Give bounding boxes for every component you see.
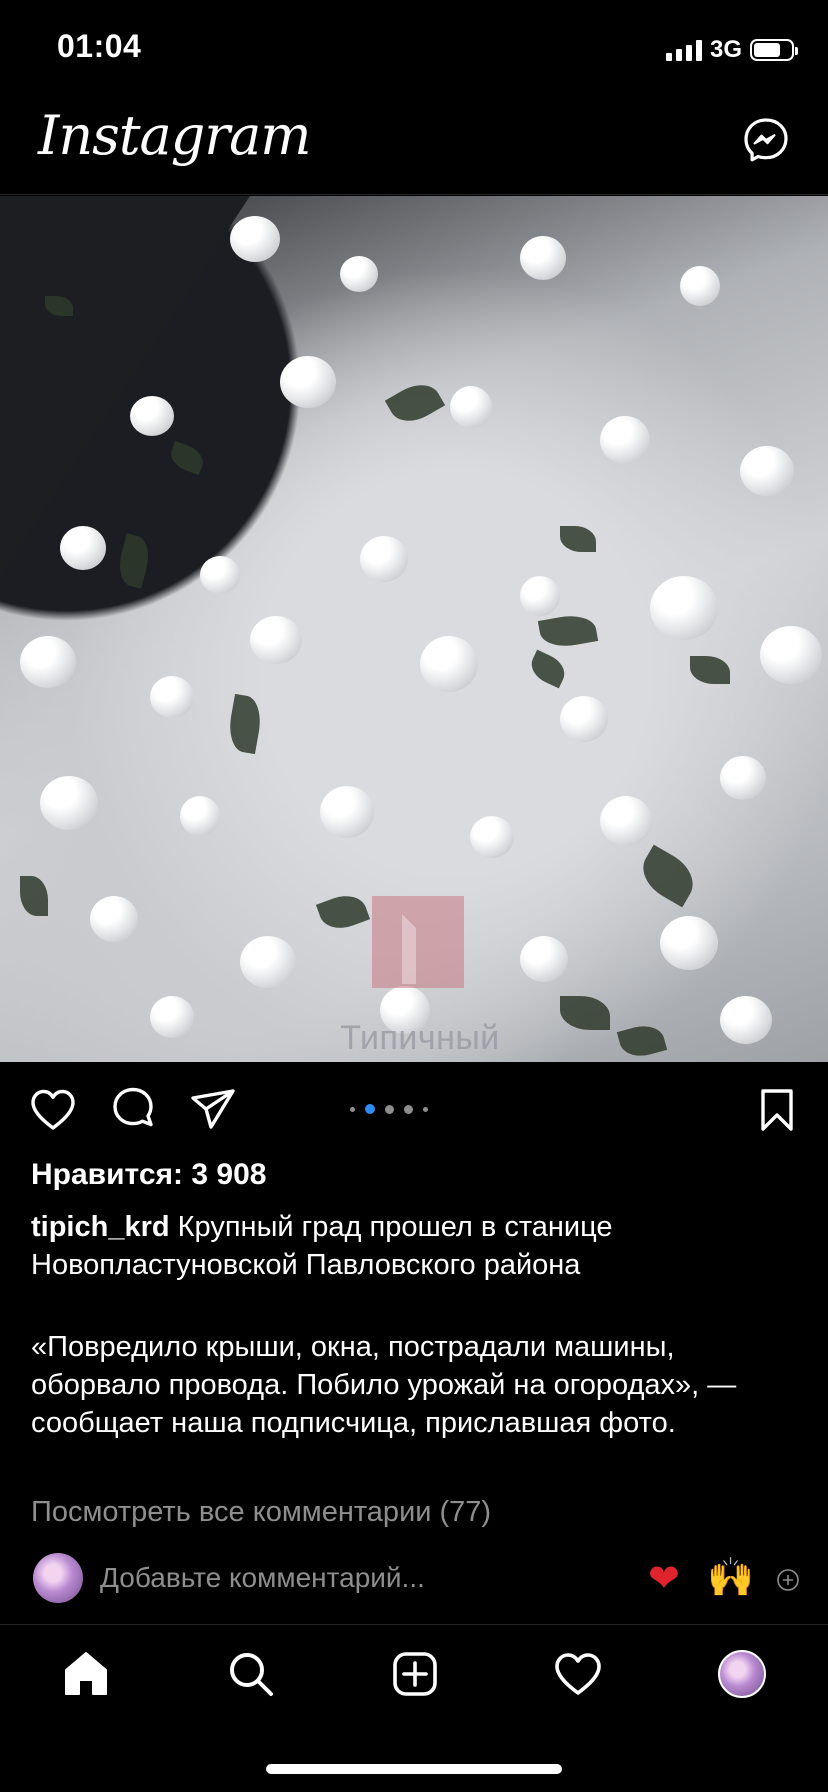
- nav-divider: [0, 1624, 828, 1625]
- carousel-indicator: [350, 1104, 428, 1114]
- carousel-dot: [423, 1106, 428, 1112]
- hailstone: [420, 636, 478, 692]
- hailstone: [60, 526, 106, 570]
- comment-bubble-icon[interactable]: [108, 1085, 158, 1135]
- leaf: [560, 526, 596, 552]
- caption-username[interactable]: tipich_krd: [31, 1211, 170, 1243]
- raised-hands-emoji-button[interactable]: 🙌: [707, 1556, 754, 1600]
- photo-dark-area: [0, 196, 250, 576]
- leaf: [616, 1020, 668, 1062]
- battery-icon: [750, 39, 798, 61]
- hailstone: [680, 266, 720, 306]
- home-indicator[interactable]: [266, 1764, 562, 1774]
- watermark-text: Типичный Краснодар: [333, 1019, 506, 1062]
- hailstone: [150, 996, 194, 1038]
- carousel-dot-active: [365, 1104, 375, 1114]
- leaf: [690, 656, 730, 684]
- add-circle-icon[interactable]: [776, 1568, 800, 1592]
- header-divider: [0, 194, 828, 195]
- home-icon[interactable]: [60, 1648, 112, 1700]
- hailstone: [360, 536, 408, 582]
- leaf: [20, 876, 48, 916]
- comment-input[interactable]: Добавьте комментарий...: [100, 1562, 425, 1594]
- hailstone: [180, 796, 220, 836]
- leaf: [384, 375, 446, 431]
- hailstone: [150, 676, 194, 718]
- caption-quote: «Повредило крыши, окна, пострадали машин…: [31, 1331, 737, 1439]
- hailstone: [90, 896, 138, 942]
- view-all-comments-link[interactable]: Посмотреть все комментарии (77): [31, 1496, 491, 1529]
- carousel-dot: [404, 1104, 413, 1114]
- messenger-icon[interactable]: [742, 116, 790, 164]
- hailstone: [520, 936, 568, 982]
- hailstone: [720, 756, 766, 800]
- hailstone: [600, 796, 652, 846]
- search-icon[interactable]: [225, 1648, 277, 1700]
- hailstone: [760, 626, 822, 684]
- leaf: [315, 889, 371, 935]
- post-photo[interactable]: Типичный Краснодар: [0, 196, 828, 1062]
- hailstone: [340, 256, 378, 292]
- network-type: 3G: [709, 36, 742, 63]
- watermark-logo: [372, 896, 464, 988]
- paper-plane-icon[interactable]: [188, 1085, 238, 1135]
- hailstone: [520, 576, 560, 616]
- signal-icon: [665, 39, 702, 61]
- status-time: 01:04: [57, 28, 142, 64]
- leaf: [633, 844, 703, 908]
- hailstone: [650, 576, 718, 640]
- hailstone: [230, 216, 280, 262]
- hailstone: [240, 936, 296, 988]
- heart-emoji-button[interactable]: ❤: [648, 1556, 680, 1601]
- avatar: [33, 1553, 83, 1603]
- hailstone: [560, 696, 608, 742]
- post-caption: tipich_krd Крупный град прошел в станице…: [31, 1208, 801, 1284]
- hailstone: [600, 416, 650, 464]
- profile-avatar[interactable]: [718, 1650, 766, 1698]
- leaf: [526, 649, 570, 689]
- create-icon[interactable]: [389, 1648, 441, 1700]
- hailstone: [520, 236, 566, 280]
- hailstone: [40, 776, 98, 830]
- hailstone: [320, 786, 374, 838]
- hailstone: [740, 446, 794, 496]
- hailstone: [250, 616, 302, 664]
- bookmark-icon[interactable]: [752, 1085, 802, 1135]
- heart-outline-icon[interactable]: [28, 1085, 78, 1135]
- hailstone: [130, 396, 174, 436]
- carousel-dot: [385, 1104, 394, 1114]
- hailstone: [470, 816, 514, 858]
- hailstone: [720, 996, 772, 1044]
- leaf: [537, 611, 599, 651]
- leaf: [560, 996, 610, 1030]
- status-indicators: 3G: [665, 36, 798, 64]
- leaf: [225, 693, 265, 755]
- hailstone: [280, 356, 336, 408]
- activity-heart-icon[interactable]: [552, 1648, 604, 1700]
- likes-count[interactable]: Нравится: 3 908: [31, 1158, 266, 1192]
- carousel-dot: [350, 1106, 355, 1112]
- hailstone: [20, 636, 76, 688]
- instagram-logo[interactable]: Instagram: [38, 104, 311, 167]
- hailstone: [450, 386, 492, 428]
- hailstone: [660, 916, 718, 970]
- hailstone: [200, 556, 240, 594]
